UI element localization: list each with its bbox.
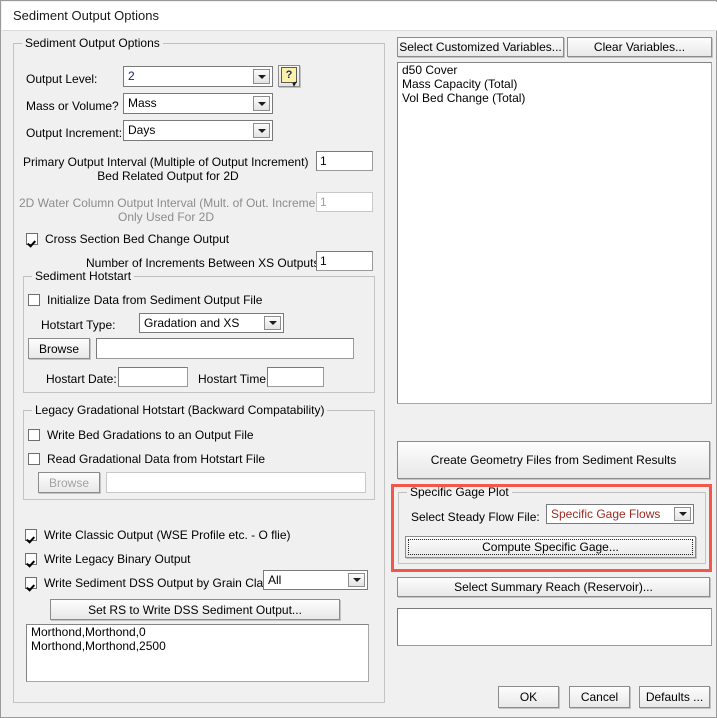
dialog-window: Sediment Output Options Sediment Output … xyxy=(0,0,717,718)
output-increment-label: Output Increment: xyxy=(26,126,123,140)
chevron-down-icon[interactable] xyxy=(253,123,270,138)
water-column-interval-label-line1: 2D Water Column Output Interval (Mult. o… xyxy=(19,196,330,210)
xs-increments-input[interactable]: 1 xyxy=(316,251,373,271)
select-steady-flow-file-label: Select Steady Flow File: xyxy=(411,510,540,524)
summary-reach-input[interactable] xyxy=(397,608,712,646)
steady-flow-file-value: Specific Gage Flows xyxy=(551,507,661,521)
create-geometry-files-button[interactable]: Create Geometry Files from Sediment Resu… xyxy=(397,441,710,479)
chevron-down-icon[interactable] xyxy=(253,69,270,84)
write-classic-output-label: Write Classic Output (WSE Profile etc. -… xyxy=(44,528,291,542)
help-question-icon: ? xyxy=(281,67,297,83)
list-item[interactable]: d50 Cover xyxy=(398,63,711,77)
compute-specific-gage-button[interactable]: Compute Specific Gage... xyxy=(405,536,696,558)
checkbox-checked-icon xyxy=(26,233,38,245)
list-item[interactable]: Mass Capacity (Total) xyxy=(398,77,711,91)
initialize-data-label: Initialize Data from Sediment Output Fil… xyxy=(47,293,263,307)
primary-interval-label-line1: Primary Output Interval (Multiple of Out… xyxy=(23,155,309,169)
water-column-interval-label-line2: Only Used For 2D xyxy=(117,210,215,224)
primary-interval-input[interactable]: 1 xyxy=(316,151,373,171)
specific-gage-plot-group-label: Specific Gage Plot xyxy=(407,485,512,499)
window-title: Sediment Output Options xyxy=(13,8,159,23)
grain-class-combo[interactable]: All xyxy=(263,570,368,590)
cross-section-bed-change-label: Cross Section Bed Change Output xyxy=(45,232,230,246)
checkbox-unchecked-icon xyxy=(28,429,40,441)
hotstart-type-combo[interactable]: Gradation and XS xyxy=(139,313,284,333)
output-level-label: Output Level: xyxy=(26,72,98,86)
hotstart-browse-button[interactable]: Browse xyxy=(28,338,90,359)
hostart-time-input[interactable] xyxy=(267,367,324,387)
hostart-date-input[interactable] xyxy=(118,367,188,387)
select-summary-reach-button[interactable]: Select Summary Reach (Reservoir)... xyxy=(397,577,710,597)
title-bar: Sediment Output Options xyxy=(2,2,717,31)
set-rs-button[interactable]: Set RS to Write DSS Sediment Output... xyxy=(50,599,340,620)
write-sediment-dss-label: Write Sediment DSS Output by Grain Class xyxy=(44,576,276,590)
read-gradational-data-label: Read Gradational Data from Hotstart File xyxy=(47,452,266,466)
sediment-hotstart-group-label: Sediment Hotstart xyxy=(32,269,135,283)
select-customized-variables-button[interactable]: Select Customized Variables... xyxy=(397,37,564,57)
output-increment-value: Days xyxy=(128,123,156,137)
hotstart-type-value: Gradation and XS xyxy=(144,316,240,330)
write-legacy-binary-label: Write Legacy Binary Output xyxy=(44,552,191,566)
mass-or-volume-label: Mass or Volume? xyxy=(26,99,119,113)
output-increment-combo[interactable]: Days xyxy=(123,120,273,141)
checkbox-unchecked-icon xyxy=(28,294,40,306)
checkbox-unchecked-icon xyxy=(28,453,40,465)
legacy-file-input xyxy=(106,472,366,493)
ok-button[interactable]: OK xyxy=(498,686,559,708)
chevron-down-icon[interactable] xyxy=(674,507,691,521)
output-level-value: 2 xyxy=(128,69,135,83)
chevron-down-icon[interactable] xyxy=(264,316,281,330)
focus-ring xyxy=(408,539,693,555)
primary-interval-label-line2: Bed Related Output for 2D xyxy=(97,169,239,183)
hostart-date-label: Hostart Date: xyxy=(46,372,117,386)
list-item[interactable]: Vol Bed Change (Total) xyxy=(398,91,711,105)
hostart-time-label: Hostart Time: xyxy=(198,372,270,386)
steady-flow-file-combo[interactable]: Specific Gage Flows xyxy=(546,504,694,524)
legacy-gradational-hotstart-group-label: Legacy Gradational Hotstart (Backward Co… xyxy=(32,403,328,417)
water-column-interval-input: 1 xyxy=(316,192,373,212)
checkbox-checked-icon xyxy=(25,529,37,541)
list-item[interactable]: Morthond,Morthond,2500 xyxy=(27,639,368,653)
customized-variables-list[interactable]: d50 Cover Mass Capacity (Total) Vol Bed … xyxy=(397,62,712,404)
rs-list[interactable]: Morthond,Morthond,0 Morthond,Morthond,25… xyxy=(26,624,369,682)
clear-variables-button[interactable]: Clear Variables... xyxy=(567,37,712,57)
checkbox-checked-icon xyxy=(25,553,37,565)
legacy-browse-button: Browse xyxy=(38,472,100,493)
write-bed-gradations-label: Write Bed Gradations to an Output File xyxy=(47,428,254,442)
sediment-output-options-group-label: Sediment Output Options xyxy=(22,36,163,50)
defaults-button[interactable]: Defaults ... xyxy=(639,686,710,708)
xs-increments-label: Number of Increments Between XS Outputs: xyxy=(86,256,323,270)
hotstart-type-label: Hotstart Type: xyxy=(41,318,116,332)
grain-class-value: All xyxy=(268,573,282,587)
hotstart-file-input[interactable] xyxy=(96,338,354,359)
cursor-arrow-icon xyxy=(292,81,299,87)
mass-or-volume-combo[interactable]: Mass xyxy=(123,93,273,114)
help-button[interactable]: ? xyxy=(278,65,300,87)
checkbox-checked-icon xyxy=(25,577,37,589)
chevron-down-icon[interactable] xyxy=(348,573,365,587)
mass-or-volume-value: Mass xyxy=(128,96,157,110)
chevron-down-icon[interactable] xyxy=(253,96,270,111)
cancel-button[interactable]: Cancel xyxy=(569,686,630,708)
list-item[interactable]: Morthond,Morthond,0 xyxy=(27,625,368,639)
output-level-combo[interactable]: 2 xyxy=(123,66,273,87)
